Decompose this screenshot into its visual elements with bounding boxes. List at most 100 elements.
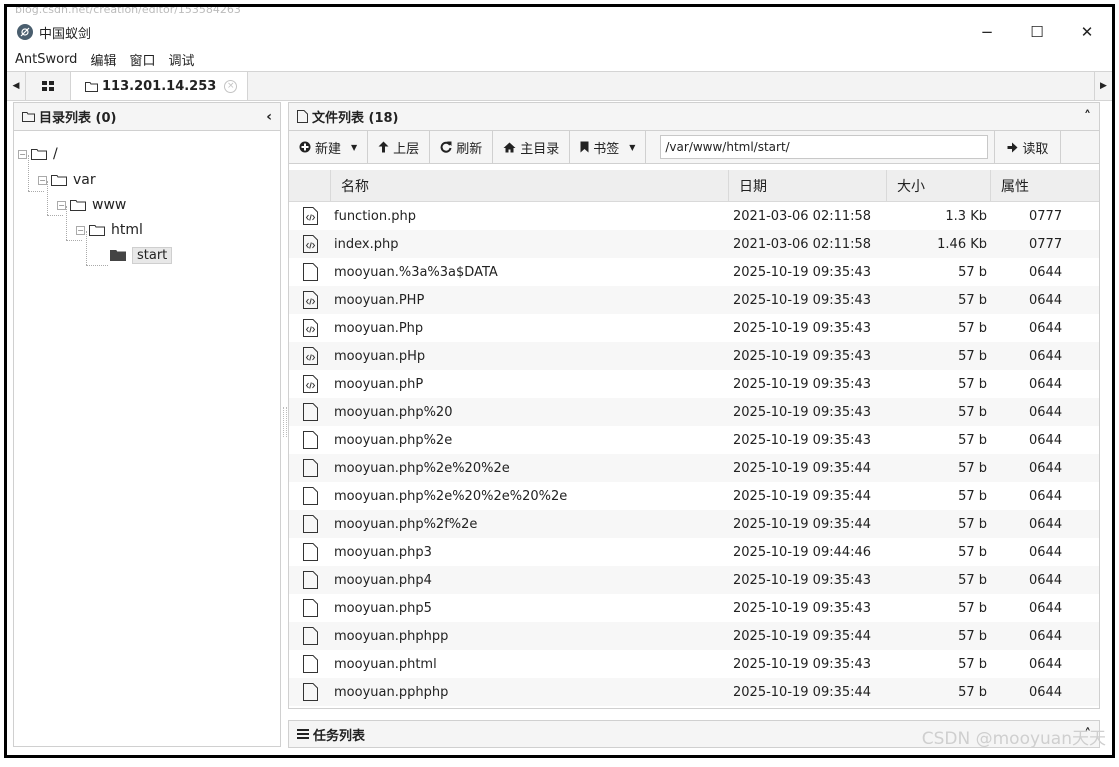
maximize-button[interactable]: ☐	[1012, 17, 1062, 47]
table-row[interactable]: mooyuan.phphpp 2025-10-19 09:35:44 57 b 064…	[289, 622, 1099, 650]
tree-node-www[interactable]: − www	[57, 194, 126, 216]
table-row[interactable]: mooyuan.php4 2025-10-19 09:35:43 57 b 0644	[289, 566, 1099, 594]
menu-bar: AntSword 编辑 窗口 调试	[7, 47, 1112, 71]
file-icon	[297, 110, 308, 123]
home-button[interactable]: 主目录	[493, 130, 571, 164]
table-row[interactable]: mooyuan.phtml 2025-10-19 09:35:43 57 b 0644	[289, 650, 1099, 678]
panel-splitter[interactable]	[283, 407, 287, 437]
file-name-cell: function.php	[334, 208, 416, 224]
folder-icon	[31, 149, 47, 160]
file-icon	[289, 515, 331, 533]
home-icon	[503, 142, 516, 153]
collapse-left-icon[interactable]: ‹	[266, 109, 272, 125]
tree-node-label: var	[73, 172, 96, 188]
file-icon	[289, 655, 331, 673]
folder-icon	[51, 175, 67, 186]
file-size-cell: 57 b	[958, 404, 987, 420]
refresh-button[interactable]: 刷新	[430, 130, 494, 164]
file-size-cell: 57 b	[958, 292, 987, 308]
up-button[interactable]: 上层	[368, 130, 431, 164]
table-row[interactable]: mooyuan.php%2e%20%2e%20%2e 2025-10-19 09:…	[289, 482, 1099, 510]
file-date-cell: 2025-10-19 09:35:43	[733, 656, 872, 672]
tab-home-grid[interactable]	[25, 72, 71, 100]
file-date-cell: 2025-10-19 09:35:43	[733, 572, 872, 588]
menu-edit[interactable]: 编辑	[90, 50, 116, 69]
watermark: CSDN @mooyuan天天	[921, 729, 1106, 749]
tree-node-start[interactable]: start	[110, 244, 173, 266]
tab-host[interactable]: 113.201.14.253 ×	[71, 72, 249, 100]
tab-scroll-right-icon[interactable]: ▶	[1094, 72, 1112, 100]
up-button-label: 上层	[393, 141, 420, 157]
table-row[interactable]: index.php 2021-03-06 02:11:58 1.46 Kb 0777	[289, 230, 1099, 258]
column-header-name[interactable]: 名称	[331, 170, 729, 201]
bookmark-icon	[580, 141, 589, 153]
table-row[interactable]: mooyuan.phP 2025-10-19 09:35:43 57 b 0644	[289, 370, 1099, 398]
file-name-cell: mooyuan.php3	[334, 544, 432, 560]
table-row[interactable]: mooyuan.pphphp 2025-10-19 09:35:44 57 b 064…	[289, 678, 1099, 706]
file-attr-cell: 0644	[1029, 320, 1063, 336]
read-button-label: 读取	[1022, 141, 1049, 157]
collapse-up-icon[interactable]: ˄	[1084, 109, 1091, 125]
file-date-cell: 2021-03-06 02:11:58	[733, 236, 872, 252]
file-date-cell: 2025-10-19 09:35:43	[733, 348, 872, 364]
table-row[interactable]: mooyuan.PHP 2025-10-19 09:35:43 57 b 0644	[289, 286, 1099, 314]
tree-expander-icon[interactable]: −	[18, 149, 27, 159]
php-file-icon	[289, 319, 331, 337]
file-size-cell: 57 b	[958, 488, 987, 504]
table-row[interactable]: mooyuan.php%2e 2025-10-19 09:35:43 57 b 064…	[289, 426, 1099, 454]
table-row[interactable]: mooyuan.php3 2025-10-19 09:44:46 57 b 0644	[289, 538, 1099, 566]
app-window: blog.csdn.net/creation/editor/153584263 …	[4, 4, 1115, 758]
tree-expander-icon[interactable]: −	[57, 200, 66, 210]
file-size-cell: 57 b	[958, 264, 987, 280]
file-date-cell: 2025-10-19 09:35:43	[733, 432, 872, 448]
file-name-cell: index.php	[334, 236, 399, 252]
table-row[interactable]: mooyuan.Php 2025-10-19 09:35:43 57 b 0644	[289, 314, 1099, 342]
tab-close-icon[interactable]: ×	[224, 79, 238, 93]
file-name-cell: mooyuan.php%2e%20%2e	[334, 460, 510, 476]
new-button[interactable]: 新建 ▼	[289, 130, 369, 164]
menu-antsword[interactable]: AntSword	[15, 52, 77, 67]
file-size-cell: 1.3 Kb	[945, 208, 987, 224]
table-row[interactable]: function.php 2021-03-06 02:11:58 1.3 Kb 077…	[289, 202, 1099, 230]
path-input[interactable]	[660, 135, 989, 159]
menu-debug[interactable]: 调试	[168, 50, 194, 69]
tree-expander-icon[interactable]: −	[76, 225, 85, 235]
minimize-button[interactable]: −	[962, 17, 1012, 47]
table-row[interactable]: mooyuan.php5 2025-10-19 09:35:43 57 b 0644	[289, 594, 1099, 622]
file-toolbar: 新建 ▼ 上层 刷新 主目录 书签 ▼ /var/www/html/start/…	[289, 130, 1099, 164]
file-date-cell: 2025-10-19 09:35:43	[733, 292, 872, 308]
refresh-icon	[440, 141, 452, 153]
table-row[interactable]: mooyuan.php%20 2025-10-19 09:35:43 57 b 064…	[289, 398, 1099, 426]
file-size-cell: 57 b	[958, 600, 987, 616]
tree-node-label: www	[92, 197, 127, 213]
file-icon	[289, 627, 331, 645]
table-row[interactable]: mooyuan.%3a%3a$DATA 2025-10-19 09:35:43 57…	[289, 258, 1099, 286]
file-icon	[289, 571, 331, 589]
table-row[interactable]: mooyuan.pHp 2025-10-19 09:35:43 57 b 0644	[289, 342, 1099, 370]
tree-node-var[interactable]: − var	[38, 169, 96, 191]
file-date-cell: 2021-03-06 02:11:58	[733, 208, 872, 224]
directory-header: 目录列表 (0) ‹	[14, 103, 280, 131]
tree-node-html[interactable]: − html	[76, 219, 143, 241]
tree-node-root[interactable]: − /	[18, 143, 58, 165]
column-header-attr[interactable]: 属性	[991, 170, 1099, 201]
file-name-cell: mooyuan.phphpp	[334, 628, 449, 644]
file-name-cell: mooyuan.php%2f%2e	[334, 516, 478, 532]
tab-scroll-left-icon[interactable]: ◀	[7, 72, 25, 100]
bookmark-button-label: 书签	[593, 141, 620, 157]
column-header-size[interactable]: 大小	[887, 170, 991, 201]
bookmark-button[interactable]: 书签 ▼	[570, 130, 647, 164]
close-button[interactable]: ✕	[1062, 17, 1112, 47]
php-file-icon	[289, 207, 331, 225]
file-name-cell: mooyuan.php5	[334, 600, 432, 616]
file-name-cell: mooyuan.Php	[334, 320, 424, 336]
file-attr-cell: 0777	[1029, 236, 1063, 252]
tree-expander-icon[interactable]: −	[38, 175, 47, 185]
read-button[interactable]: 读取	[994, 130, 1062, 164]
column-header-date[interactable]: 日期	[729, 170, 887, 201]
menu-window[interactable]: 窗口	[129, 50, 155, 69]
file-size-cell: 57 b	[958, 684, 987, 700]
table-row[interactable]: mooyuan.php%2f%2e 2025-10-19 09:35:44 57 b…	[289, 510, 1099, 538]
file-attr-cell: 0644	[1029, 600, 1063, 616]
table-row[interactable]: mooyuan.php%2e%20%2e 2025-10-19 09:35:44 5…	[289, 454, 1099, 482]
